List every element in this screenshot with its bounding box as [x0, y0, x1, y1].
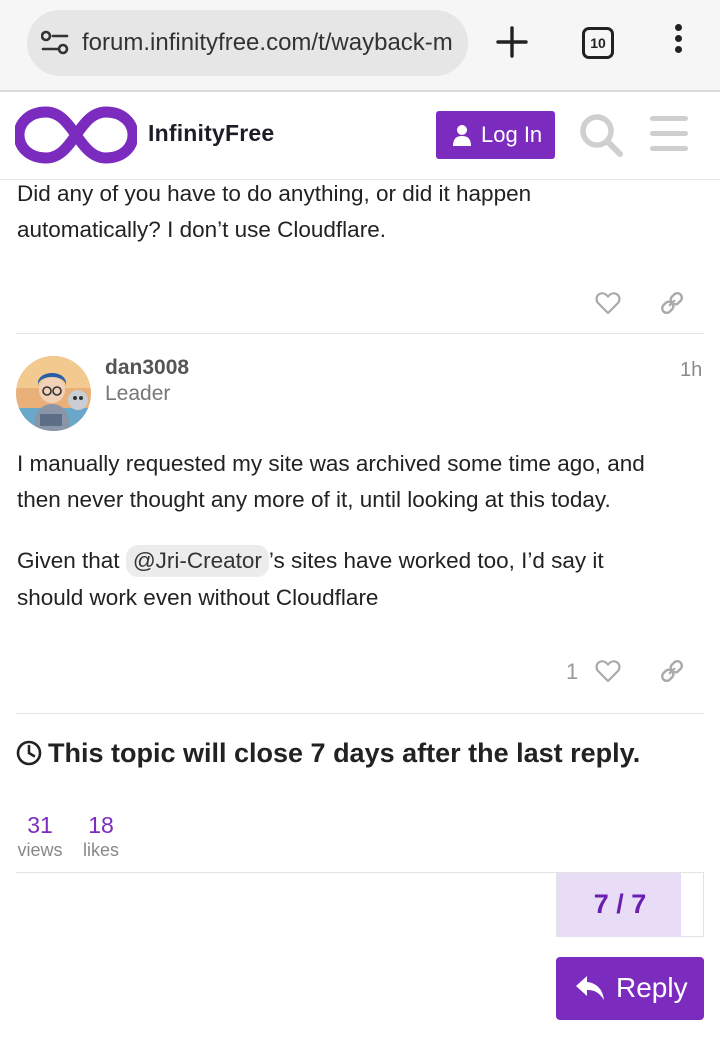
topic-close-notice: This topic will close 7 days after the l…	[16, 738, 640, 769]
views-label: views	[17, 840, 63, 860]
login-label: Log In	[481, 122, 543, 147]
post-text-line: Did any of you have to do anything, or d…	[17, 181, 532, 206]
progress-text: 7 / 7	[593, 889, 647, 919]
browser-toolbar: forum.infinityfree.com/t/wayback-m 10	[0, 0, 720, 90]
post-date[interactable]: 1h	[680, 359, 702, 382]
like-count[interactable]: 1	[566, 659, 578, 685]
reply-label: Reply	[616, 972, 688, 1003]
post-text-line: should work even without Cloudflare	[17, 585, 379, 610]
mention-link[interactable]: @Jri-Creator	[125, 545, 269, 577]
login-button[interactable]: Log In	[436, 111, 555, 159]
post-text: Given that	[17, 548, 126, 573]
post-divider	[16, 713, 704, 714]
avatar[interactable]	[16, 356, 91, 431]
post-text-line: I manually requested my site was archive…	[17, 451, 645, 476]
url-text[interactable]: forum.infinityfree.com/t/wayback-m	[82, 28, 457, 58]
search-icon[interactable]	[578, 112, 624, 158]
address-bar[interactable]: forum.infinityfree.com/t/wayback-m	[27, 10, 468, 76]
topic-progress[interactable]: 7 / 7	[556, 873, 704, 937]
link-icon[interactable]	[659, 658, 685, 684]
clock-icon	[16, 740, 42, 766]
reply-arrow-icon	[576, 976, 604, 1000]
username[interactable]: dan3008	[105, 356, 189, 380]
site-logo-text[interactable]: InfinityFree	[148, 120, 274, 147]
site-settings-icon[interactable]	[41, 30, 69, 56]
views-count: 31	[27, 812, 53, 838]
post-paragraph-line: Given that @Jri-Creator’s sites have wor…	[17, 543, 604, 579]
post-text-line: then never thought any more of it, until…	[17, 487, 611, 512]
plus-icon[interactable]	[494, 24, 530, 60]
likes-label: likes	[82, 840, 119, 860]
reply-button[interactable]: Reply	[556, 957, 704, 1020]
close-notice-text: This topic will close 7 days after the l…	[48, 738, 641, 768]
site-header: InfinityFree Log In	[0, 92, 720, 180]
post-text-line: automatically? I don’t use Cloudflare.	[17, 217, 386, 242]
link-icon[interactable]	[659, 290, 685, 316]
post-divider	[16, 333, 704, 334]
likes-count: 18	[88, 812, 114, 838]
post-text: ’s sites have worked too, I’d say it	[268, 548, 604, 573]
tab-switcher-icon[interactable]: 10	[582, 27, 614, 59]
likes-stat: 18 likes	[80, 811, 122, 861]
hamburger-menu-icon[interactable]	[650, 116, 688, 152]
heart-icon[interactable]	[595, 659, 621, 683]
more-vert-icon[interactable]	[670, 24, 686, 60]
views-stat: 31 views	[16, 811, 64, 861]
heart-icon[interactable]	[595, 291, 621, 315]
user-icon	[453, 125, 471, 146]
user-title: Leader	[105, 382, 171, 405]
avatar-image	[16, 356, 91, 431]
infinity-logo[interactable]	[15, 104, 137, 166]
